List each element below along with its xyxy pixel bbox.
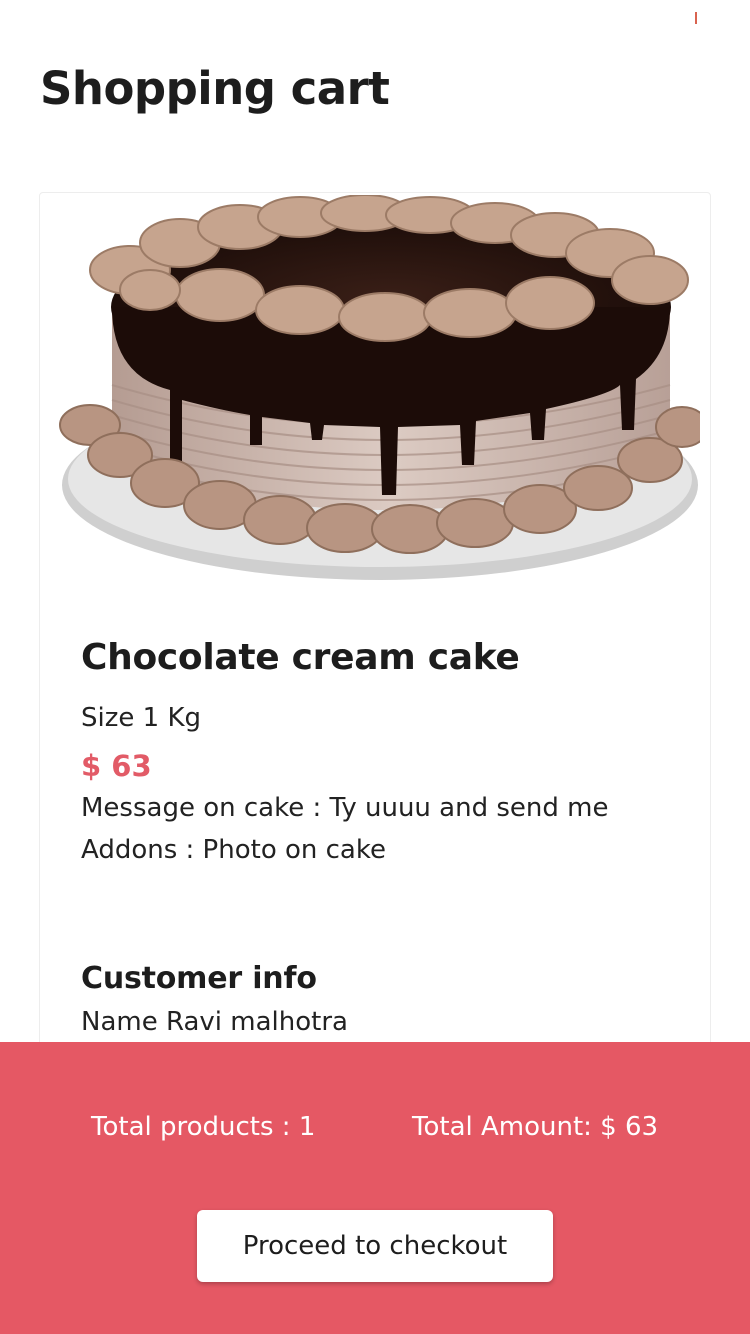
customer-name: Name Ravi malhotra	[81, 1007, 348, 1037]
total-amount: Total Amount: $ 63	[412, 1112, 659, 1142]
cart-item-card: Chocolate cream cake Size 1 Kg $ 63 Mess…	[39, 192, 711, 1094]
cake-message: Message on cake : Ty uuuu and send me	[81, 793, 609, 823]
proceed-to-checkout-button[interactable]: Proceed to checkout	[197, 1210, 553, 1282]
product-size: Size 1 Kg	[81, 703, 201, 733]
total-products: Total products : 1	[91, 1112, 316, 1142]
product-price: $ 63	[81, 749, 152, 783]
cake-addons: Addons : Photo on cake	[81, 835, 386, 865]
checkout-bar: Total products : 1 Total Amount: $ 63 Pr…	[0, 1042, 750, 1334]
customer-info-title: Customer info	[81, 961, 317, 996]
status-indicator	[695, 12, 697, 24]
chocolate-cake-image	[59, 195, 700, 580]
product-name: Chocolate cream cake	[81, 637, 520, 678]
page-title: Shopping cart	[40, 62, 390, 115]
